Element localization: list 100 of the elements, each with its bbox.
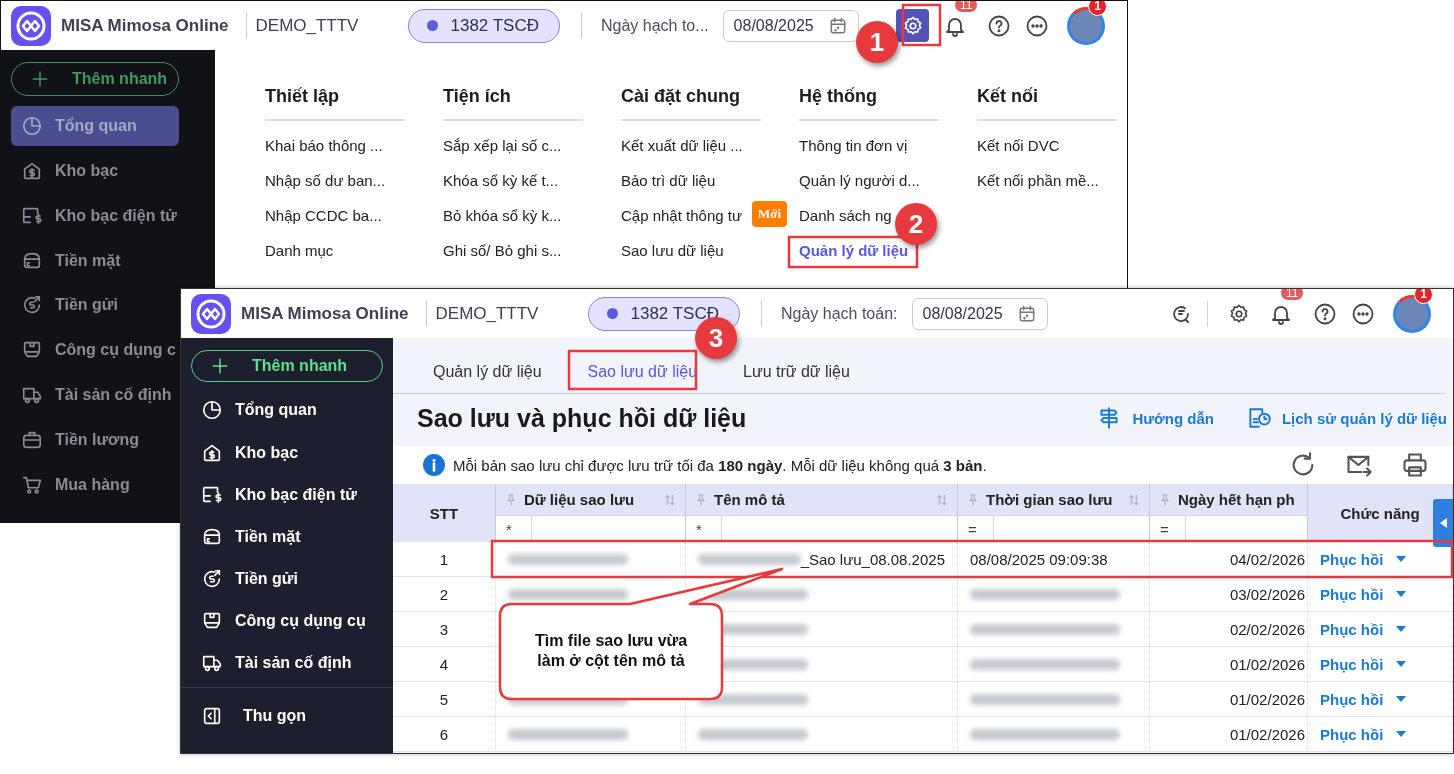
menu-item[interactable]: Danh sách ng xyxy=(799,205,892,224)
panel-toggle-handle[interactable] xyxy=(1433,499,1453,547)
more-icon[interactable] xyxy=(1025,13,1049,38)
restore-dropdown-button[interactable]: Phục hồi xyxy=(1320,655,1408,673)
settings-button[interactable] xyxy=(896,9,929,42)
cell-text: 2 xyxy=(439,585,449,603)
date-label: Ngày hạch to... xyxy=(601,16,709,35)
pin-icon xyxy=(504,492,518,507)
collapse-button[interactable]: Thu gọn xyxy=(201,696,373,736)
cart-icon xyxy=(21,474,43,496)
column-header: Chức năng xyxy=(1340,504,1420,522)
cell-text: 3 xyxy=(439,620,449,638)
info-icon xyxy=(423,454,445,476)
sidebar-item[interactable]: Mua hàng xyxy=(11,465,179,505)
notification-count-badge: 11 xyxy=(1281,289,1304,300)
cell-text: 02/02/2026 xyxy=(1229,620,1305,638)
unit-name[interactable]: DEMO_TTTV xyxy=(255,15,359,36)
column-header: Ngày hết hạn ph xyxy=(1178,491,1296,508)
app-name: MISA Mimosa Online xyxy=(241,303,410,324)
menu-item[interactable]: Khai báo thông ... xyxy=(265,135,383,154)
sidebar-item[interactable]: Tiền lương xyxy=(11,420,179,461)
sidebar-item[interactable]: Kho bạc điện tử xyxy=(191,476,383,514)
restore-dropdown-button[interactable]: Phục hồi xyxy=(1320,690,1408,708)
caret-icon xyxy=(1395,695,1408,703)
unit-name[interactable]: DEMO_TTTV xyxy=(435,303,539,324)
menu-item[interactable]: Thông tin đơn vị xyxy=(799,135,908,154)
sidebar-item[interactable]: Kho bạc xyxy=(11,150,179,191)
menu-item[interactable]: Cập nhật thông tư xyxy=(621,205,742,224)
caret-icon xyxy=(1395,590,1408,598)
print-icon[interactable] xyxy=(1401,451,1429,479)
notice-text: Mỗi bản sao lưu chỉ được lưu trữ tối đa 180 ngày. Mỗi dữ liệu không quá 3 bản. xyxy=(453,456,987,474)
date-field[interactable]: 08/08/2025 xyxy=(911,297,1048,330)
app-logo-icon xyxy=(11,5,51,46)
sidebar-item[interactable]: Tiền gửi xyxy=(191,560,383,598)
sidebar-item[interactable]: Kho bạc điện tử xyxy=(11,195,179,236)
menu-item[interactable]: Sao lưu dữ liệu xyxy=(621,240,724,259)
menu-item[interactable]: Ghi sổ/ Bỏ ghi s... xyxy=(443,240,562,259)
menu-item[interactable]: Kết xuất dữ liệu ... xyxy=(621,135,743,154)
menu-section-title: Thiết lập xyxy=(265,86,405,121)
menu-item[interactable]: Bỏ khóa sổ kỳ k... xyxy=(443,205,562,224)
sidebar-item[interactable]: Công cụ dụng c xyxy=(11,330,179,371)
dollar-circle-icon xyxy=(201,568,223,590)
cell-text: 03/02/2026 xyxy=(1229,585,1305,603)
caret-icon xyxy=(1395,555,1408,563)
column-header: Thời gian sao lưu xyxy=(986,491,1114,508)
cell-text: 4 xyxy=(439,655,449,673)
pin-icon xyxy=(1158,492,1172,507)
cell-text: _Sao lưu_08.08.2025 xyxy=(800,550,945,568)
sidebar-item[interactable]: Tiền mặt xyxy=(191,518,383,556)
table-row[interactable]: 6 01/02/2026 Phục hồi xyxy=(393,717,1453,752)
help-link[interactable]: Hướng dẫn xyxy=(1096,405,1214,431)
sidebar-item[interactable]: Tài sản cố định xyxy=(11,375,179,416)
menu-item[interactable]: Kết nối phần mề... xyxy=(977,170,1099,189)
help-icon[interactable] xyxy=(987,13,1011,38)
cell-text: 5 xyxy=(439,690,449,708)
pin-icon xyxy=(694,492,708,507)
caret-icon xyxy=(1395,625,1408,633)
cell-text: 01/02/2026 xyxy=(1229,690,1305,708)
menu-item[interactable]: Khóa sổ kỳ kế t... xyxy=(443,170,559,189)
restore-dropdown-button[interactable]: Phục hồi xyxy=(1320,585,1408,603)
pie-chart-icon xyxy=(21,114,43,137)
restore-dropdown-button[interactable]: Phục hồi xyxy=(1320,725,1408,743)
date-label: Ngày hạch toán: xyxy=(781,304,898,323)
more-icon[interactable] xyxy=(1351,301,1375,326)
menu-section-title: Kết nối xyxy=(977,86,1117,121)
app-name: MISA Mimosa Online xyxy=(61,15,230,36)
menu-item[interactable]: Sắp xếp lại số c... xyxy=(443,135,562,154)
menu-section-title: Tiện ích xyxy=(443,86,583,121)
restore-dropdown-button[interactable]: Phục hồi xyxy=(1320,550,1408,568)
app-logo-icon xyxy=(191,293,231,334)
pie-chart-icon xyxy=(201,399,223,422)
menu-item[interactable]: Quản lý người d... xyxy=(799,170,920,189)
notification-count-badge: 11 xyxy=(955,1,978,12)
sidebar-item[interactable]: Tiền gửi xyxy=(11,285,179,326)
cell-text: 08/08/2025 09:09:38 xyxy=(970,550,1108,568)
sidebar-item[interactable]: Công cụ dụng cụ xyxy=(191,602,383,640)
asset-count-badge[interactable]: 1382 TSCĐ xyxy=(408,8,560,43)
caret-icon xyxy=(1439,518,1447,528)
pin-icon xyxy=(966,492,980,507)
tab[interactable]: Quản lý dữ liệu xyxy=(413,354,562,393)
help-icon[interactable] xyxy=(1313,301,1337,326)
sidebar-item[interactable]: Kho bạc xyxy=(191,433,383,472)
menu-section-title: Hệ thống xyxy=(799,86,939,121)
sidebar-item[interactable]: Tiền mặt xyxy=(11,240,179,281)
sidebar-item[interactable]: Tài sản cố định xyxy=(191,644,383,682)
menu-item[interactable]: Nhập CCDC ba... xyxy=(265,205,382,224)
cell-text: 01/02/2026 xyxy=(1229,655,1305,673)
menu-item[interactable]: Nhập số dư ban... xyxy=(265,170,386,189)
sidebar-item[interactable]: Tổng quan xyxy=(191,391,383,429)
column-header: Dữ liệu sao lưu xyxy=(524,491,636,508)
restore-dropdown-button[interactable]: Phục hồi xyxy=(1320,620,1408,638)
menu-item[interactable]: Kết nối DVC xyxy=(977,135,1060,154)
menu-item[interactable]: Danh mục xyxy=(265,240,334,259)
highlight-frame xyxy=(901,3,942,47)
panel-collapse-icon xyxy=(201,705,223,727)
cell-text: 6 xyxy=(439,725,449,743)
help-link[interactable]: Lịch sử quản lý dữ liệu xyxy=(1245,405,1447,431)
cell-text: 04/02/2026 xyxy=(1229,550,1305,568)
date-field[interactable]: 08/08/2025 xyxy=(722,9,859,42)
menu-item[interactable]: Bảo trì dữ liệu xyxy=(621,170,716,189)
